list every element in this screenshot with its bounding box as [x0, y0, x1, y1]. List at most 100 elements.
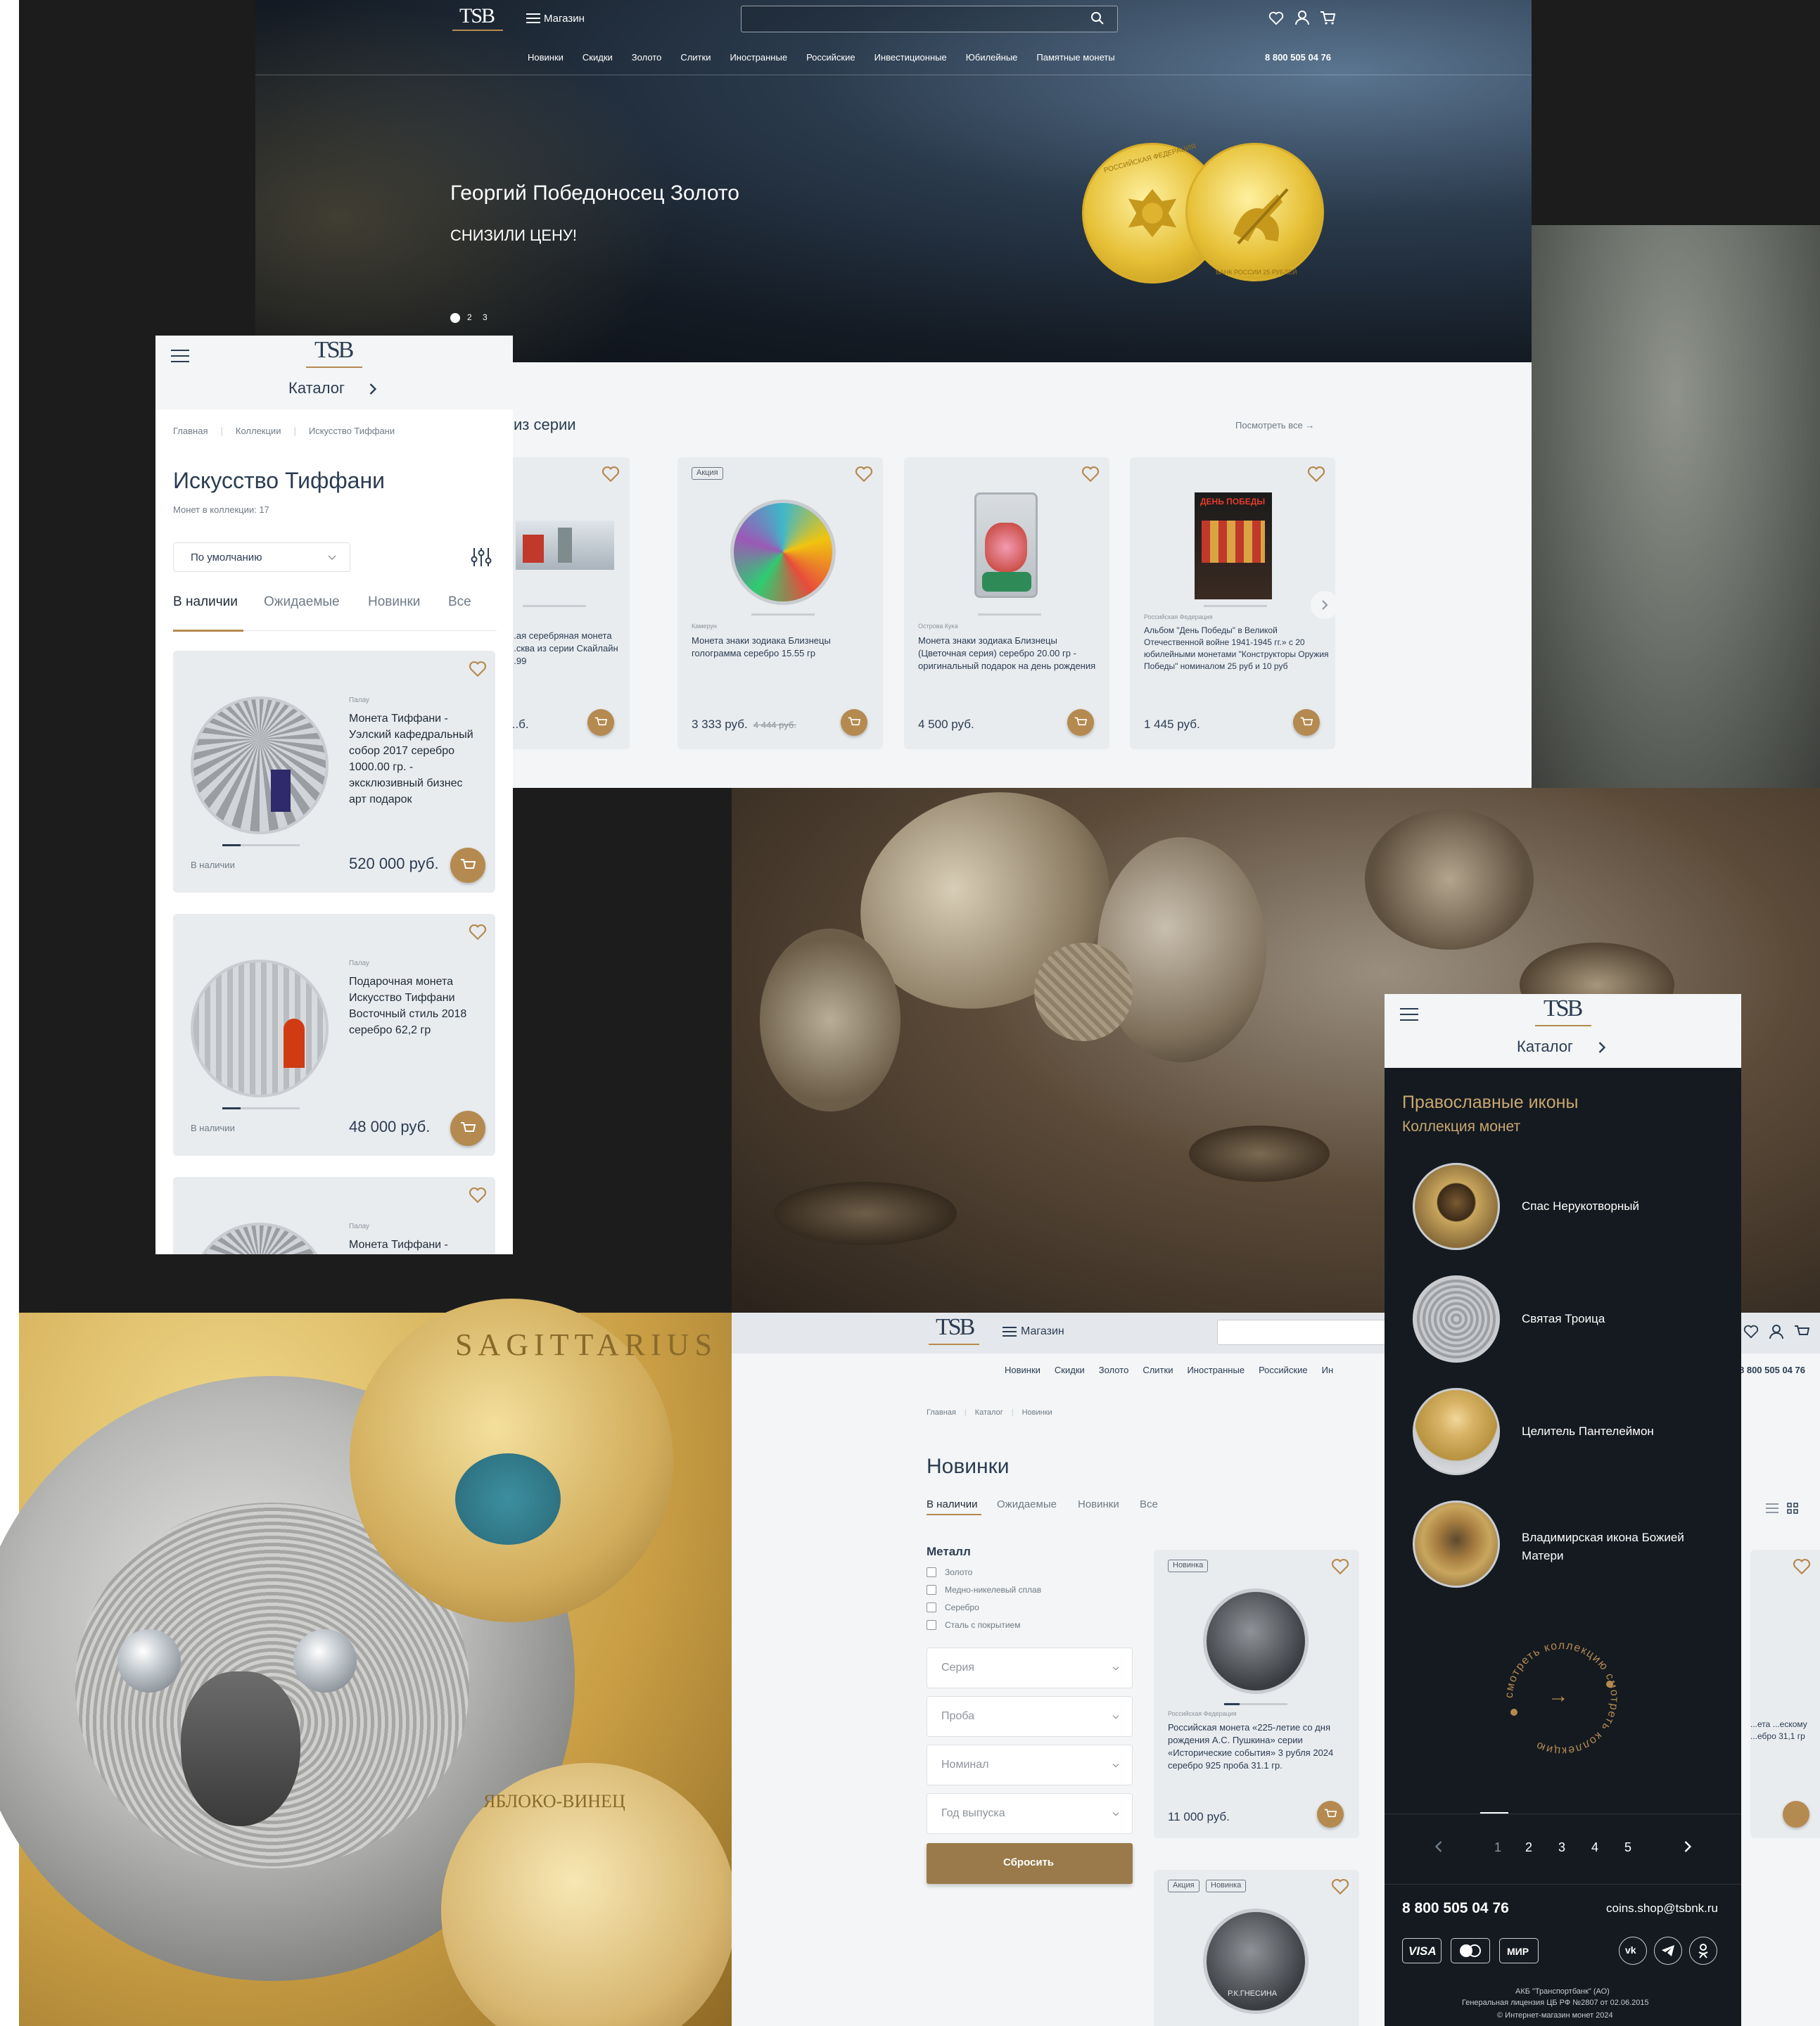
menu-icon[interactable]: [171, 350, 189, 362]
slide-dot[interactable]: 3: [483, 312, 488, 322]
sort-select[interactable]: По умолчанию: [173, 542, 350, 572]
menu-icon[interactable]: [1400, 1008, 1418, 1021]
nav-item[interactable]: Скидки: [1055, 1365, 1085, 1379]
add-to-cart-button[interactable]: [1317, 1801, 1344, 1828]
user-icon[interactable]: [1294, 10, 1310, 25]
breadcrumb-item[interactable]: Главная: [927, 1408, 956, 1420]
nav-item[interactable]: Скидки: [583, 52, 613, 66]
breadcrumb-item[interactable]: Главная: [173, 426, 208, 440]
tab-all[interactable]: Все: [1140, 1498, 1158, 1510]
product-card[interactable]: Акция Новинка Р.К.ГНЕСИНА: [1154, 1870, 1359, 2026]
footer-phone[interactable]: 8 800 505 04 76: [1402, 1900, 1509, 1917]
favorite-icon[interactable]: [1331, 1878, 1349, 1895]
product-card[interactable]: Палау Подарочная монета Искусство Тиффан…: [173, 914, 495, 1156]
logo[interactable]: TSB: [314, 337, 354, 364]
search-input[interactable]: [1217, 1320, 1400, 1345]
product-name[interactable]: Российская монета «225-летие со дня рожд…: [1168, 1721, 1352, 1772]
slide-dot-active[interactable]: [450, 313, 460, 323]
reset-button[interactable]: Сбросить: [927, 1843, 1133, 1884]
tab-new[interactable]: Новинки: [1078, 1498, 1119, 1510]
nav-item[interactable]: Российские: [1259, 1365, 1308, 1379]
fineness-select[interactable]: Проба: [927, 1696, 1133, 1737]
checkbox[interactable]: [927, 1585, 936, 1595]
icon-item[interactable]: Владимирская икона Божией Матери: [1402, 1501, 1726, 1592]
page-number[interactable]: 2: [1525, 1840, 1532, 1855]
nav-item[interactable]: Российские: [806, 52, 855, 66]
see-all-link[interactable]: Посмотреть все →: [1235, 420, 1314, 431]
add-to-cart-button[interactable]: [587, 709, 614, 736]
product-name[interactable]: Монета знаки зодиака Близнецы (Цветочная…: [918, 635, 1101, 673]
page-number[interactable]: 3: [1558, 1840, 1565, 1855]
product-card[interactable]: Акция Камерун Монета знаки зодиака Близн…: [677, 457, 883, 749]
favorite-icon[interactable]: [1793, 1558, 1811, 1575]
nav-item[interactable]: Слитки: [1143, 1365, 1173, 1379]
user-icon[interactable]: [1769, 1324, 1784, 1339]
product-name[interactable]: Монета Тиффани - Уэлский кафедральный со…: [349, 711, 483, 808]
nav-item[interactable]: Золото: [1099, 1365, 1129, 1379]
search-icon[interactable]: [1090, 11, 1105, 25]
telegram-icon[interactable]: [1654, 1937, 1682, 1965]
breadcrumb-item[interactable]: Каталог: [975, 1408, 1003, 1420]
breadcrumb-item[interactable]: Коллекции: [236, 426, 281, 440]
heart-icon[interactable]: [1743, 1325, 1759, 1339]
footer-email[interactable]: coins.shop@tsbnk.ru: [1606, 1901, 1718, 1916]
vk-icon[interactable]: vk: [1619, 1937, 1647, 1965]
page-number[interactable]: 5: [1624, 1840, 1631, 1855]
add-to-cart-button[interactable]: [1783, 1801, 1809, 1828]
chevron-right-icon[interactable]: [1683, 1839, 1693, 1854]
tab-expected[interactable]: Ожидаемые: [997, 1498, 1057, 1510]
tab-in-stock[interactable]: В наличии: [927, 1498, 978, 1510]
filter-icon[interactable]: [469, 545, 493, 569]
product-name[interactable]: Монета Тиффани -: [349, 1237, 483, 1253]
menu-label[interactable]: Магазин: [544, 13, 585, 25]
nav-item[interactable]: Золото: [632, 52, 662, 66]
checkbox[interactable]: [927, 1620, 936, 1630]
nav-item[interactable]: Иностранные: [730, 52, 787, 66]
favorite-icon[interactable]: [469, 1187, 487, 1204]
nav-item[interactable]: Юбилейные: [966, 52, 1018, 66]
series-select[interactable]: Серия: [927, 1648, 1133, 1688]
add-to-cart-button[interactable]: [450, 1111, 485, 1146]
catalog-link[interactable]: Каталог: [288, 379, 345, 397]
favorite-icon[interactable]: [469, 924, 487, 941]
nav-item[interactable]: Иностранные: [1187, 1365, 1245, 1379]
slide-dot[interactable]: 2: [467, 312, 472, 322]
header-phone[interactable]: 8 800 505 04 76: [1739, 1365, 1805, 1375]
heart-icon[interactable]: [1268, 11, 1284, 25]
favorite-icon[interactable]: [1307, 466, 1325, 483]
tab-all[interactable]: Все: [448, 594, 471, 610]
product-card[interactable]: Палау Монета Тиффани - Уэлский кафедраль…: [173, 651, 495, 893]
grid-view-icon[interactable]: [1787, 1503, 1798, 1514]
page-number-active[interactable]: 1: [1494, 1840, 1501, 1855]
menu-icon[interactable]: [1003, 1327, 1017, 1337]
icon-item[interactable]: Целитель Пантелеймон: [1402, 1388, 1726, 1479]
breadcrumb-item[interactable]: Новинки: [1022, 1408, 1052, 1420]
nav-item[interactable]: Слитки: [680, 52, 711, 66]
product-name[interactable]: ...ета ...ескому ...ебро 31,1 гр: [1750, 1719, 1820, 1743]
logo[interactable]: TSB: [936, 1314, 975, 1341]
menu-label[interactable]: Магазин: [1021, 1325, 1064, 1338]
logo[interactable]: TSB: [1544, 995, 1583, 1022]
product-card[interactable]: Палау Монета Тиффани -: [173, 1177, 495, 1254]
product-card[interactable]: Острова Кука Монета знаки зодиака Близне…: [904, 457, 1109, 749]
checkbox[interactable]: [927, 1603, 936, 1612]
product-name[interactable]: Альбом "День Победы" в Великой Отечестве…: [1144, 625, 1330, 673]
add-to-cart-button[interactable]: [450, 848, 485, 883]
list-view-icon[interactable]: [1766, 1503, 1778, 1514]
nav-item[interactable]: Инвестиционные: [874, 52, 947, 66]
product-card[interactable]: Новинка Российская Федерация Российская …: [1154, 1550, 1359, 1838]
favorite-icon[interactable]: [469, 661, 487, 677]
nav-item[interactable]: Ин: [1322, 1365, 1334, 1379]
cart-icon[interactable]: [1320, 11, 1335, 25]
tab-new[interactable]: Новинки: [368, 594, 420, 610]
year-select[interactable]: Год выпуска: [927, 1793, 1133, 1834]
product-name[interactable]: Монета знаки зодиака Близнецы голограмма…: [692, 635, 867, 660]
icon-item[interactable]: Святая Троица: [1402, 1275, 1726, 1367]
product-card[interactable]: ДЕНЬ ПОБЕДЫ Российская Федерация Альбом …: [1130, 457, 1335, 749]
carousel-next-button[interactable]: [1311, 591, 1339, 619]
checkbox[interactable]: [927, 1567, 936, 1577]
ok-icon[interactable]: [1689, 1937, 1717, 1965]
favorite-icon[interactable]: [855, 466, 873, 483]
page-number[interactable]: 4: [1591, 1840, 1598, 1855]
favorite-icon[interactable]: [1081, 466, 1100, 483]
